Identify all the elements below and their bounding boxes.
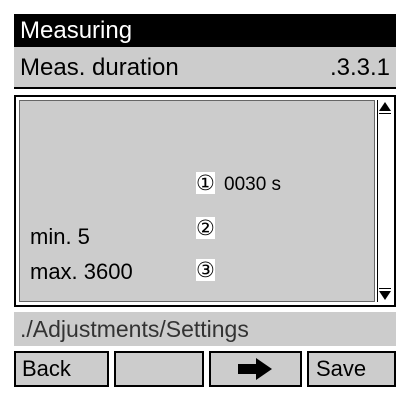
min-label: min. 5 (30, 224, 90, 249)
menu-code: .3.3.1 (329, 54, 390, 81)
marker-2: ② (196, 216, 215, 240)
scroll-up-icon[interactable] (379, 102, 391, 111)
window-title: Measuring (14, 14, 396, 47)
scroll-down-divider (379, 288, 391, 289)
next-button[interactable] (209, 351, 302, 387)
duration-value[interactable]: 0030 s (224, 174, 281, 196)
menu-label: Meas. duration (20, 54, 179, 81)
save-button[interactable]: Save (307, 351, 396, 387)
scroll-up-divider (379, 113, 391, 114)
breadcrumb: ./Adjustments/Settings (14, 312, 396, 346)
value-panel-content: ① 0030 s min. 5 ② max. 3600 ③ (19, 100, 375, 302)
right-arrow-icon (237, 357, 272, 380)
menu-header: Meas. duration .3.3.1 (14, 47, 396, 89)
scrollbar[interactable] (377, 100, 392, 302)
value-panel: ① 0030 s min. 5 ② max. 3600 ③ (14, 95, 396, 307)
scroll-down-icon[interactable] (379, 291, 391, 300)
empty-softkey-button[interactable] (114, 351, 204, 387)
max-label: max. 3600 (30, 259, 133, 284)
back-button[interactable]: Back (14, 351, 109, 387)
marker-1: ① (196, 171, 215, 195)
marker-3: ③ (196, 258, 215, 282)
